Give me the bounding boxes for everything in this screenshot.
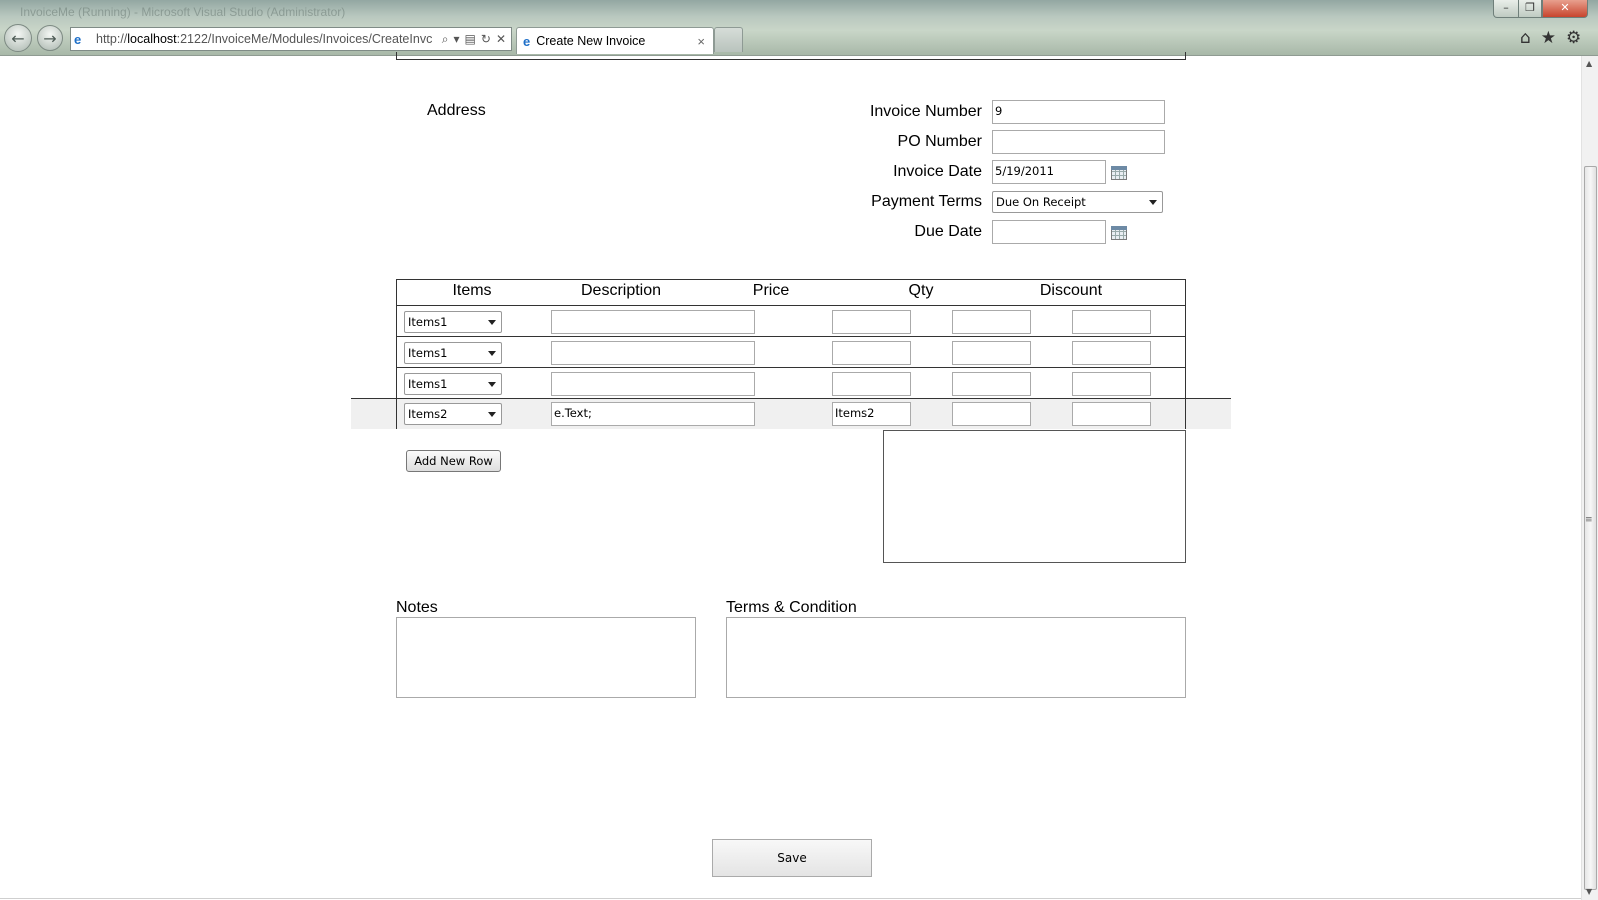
terms-label: Terms & Condition (726, 599, 857, 616)
qty-input[interactable] (952, 310, 1031, 334)
close-tab-icon[interactable]: × (697, 34, 705, 49)
discount-input[interactable] (1072, 341, 1151, 365)
address-label: Address (427, 102, 486, 119)
price-input[interactable] (832, 310, 911, 334)
tab-create-new-invoice[interactable]: e Create New Invoice × (516, 27, 714, 54)
window-title: InvoiceMe (Running) - Microsoft Visual S… (20, 5, 346, 19)
header-price: Price (752, 282, 790, 299)
due-date-input[interactable] (992, 220, 1106, 244)
payment-terms-row: Payment Terms Due On Receipt (800, 190, 1180, 216)
notes-label: Notes (396, 599, 438, 616)
table-row-highlighted: Items2 e.Text; Items2 (351, 398, 1231, 429)
chevron-down-icon (488, 351, 496, 356)
chevron-down-icon (1149, 200, 1157, 205)
qty-input[interactable] (952, 341, 1031, 365)
price-input[interactable] (832, 372, 911, 396)
payment-terms-select[interactable]: Due On Receipt (992, 191, 1163, 213)
item-select[interactable]: Items2 (404, 403, 502, 425)
invoice-date-row: Invoice Date 5/19/2011 (800, 160, 1180, 186)
search-icon[interactable]: ⌕ (442, 32, 449, 47)
invoice-date-input[interactable]: 5/19/2011 (992, 160, 1106, 184)
discount-input[interactable] (1072, 372, 1151, 396)
item-select[interactable]: Items1 (404, 373, 502, 395)
totals-box (883, 430, 1186, 563)
grip-icon: ≡ (1585, 515, 1593, 525)
ie-page-icon: e (74, 31, 82, 47)
price-input[interactable] (832, 341, 911, 365)
vertical-scrollbar[interactable]: ▲ ≡ ▼ (1581, 56, 1598, 900)
header-items: Items (452, 282, 492, 299)
po-number-label: PO Number (897, 133, 982, 150)
chevron-down-icon (488, 320, 496, 325)
qty-input[interactable] (952, 402, 1031, 426)
table-row: Items1 (396, 336, 1186, 367)
gear-icon[interactable]: ⚙ (1566, 28, 1581, 48)
item-select[interactable]: Items1 (404, 311, 502, 333)
po-number-row: PO Number (800, 130, 1180, 156)
items-table-header: Items Description Price Qty Discount (396, 279, 1186, 305)
browser-chrome: InvoiceMe (Running) - Microsoft Visual S… (0, 0, 1598, 56)
url-text[interactable]: http://localhost:2122/InvoiceMe/Modules/… (96, 32, 442, 46)
arrow-right-icon: → (43, 28, 57, 48)
terms-textarea[interactable] (726, 617, 1186, 698)
invoice-number-label: Invoice Number (869, 103, 982, 120)
invoice-number-row: Invoice Number 9 (800, 100, 1180, 126)
invoice-date-label: Invoice Date (893, 163, 982, 180)
tab-title: Create New Invoice (536, 34, 646, 48)
table-row: Items2 e.Text; Items2 (396, 399, 1186, 429)
qty-input[interactable] (952, 372, 1031, 396)
notes-textarea[interactable] (396, 617, 696, 698)
invoice-number-input[interactable]: 9 (992, 100, 1165, 124)
stop-icon[interactable]: ✕ (496, 32, 506, 47)
due-date-label: Due Date (914, 223, 982, 240)
add-new-row-button[interactable]: Add New Row (406, 450, 501, 472)
close-window-button[interactable]: ✕ (1542, 0, 1588, 18)
page-content: Address Invoice Number 9 PO Number Invoi… (0, 52, 1581, 900)
description-input[interactable] (551, 310, 755, 334)
table-row: Items1 (396, 367, 1186, 398)
forward-button[interactable]: → (37, 25, 63, 51)
favorites-icon[interactable]: ★ (1541, 28, 1556, 48)
header-description: Description (580, 282, 662, 299)
chevron-down-icon (488, 382, 496, 387)
back-button[interactable]: ← (4, 24, 32, 52)
po-number-input[interactable] (992, 130, 1165, 154)
description-input[interactable] (551, 341, 755, 365)
arrow-left-icon: ← (11, 28, 25, 48)
maximize-button[interactable]: ❐ (1518, 0, 1542, 18)
chevron-down-icon[interactable]: ▾ (454, 32, 460, 47)
item-select-value: Items1 (408, 346, 448, 360)
table-row: Items1 (396, 305, 1186, 336)
chevron-down-icon (488, 412, 496, 417)
description-input[interactable] (551, 372, 755, 396)
item-select-value: Items2 (408, 407, 448, 421)
compatibility-view-icon[interactable]: ▤ (465, 32, 476, 47)
save-button[interactable]: Save (712, 839, 872, 877)
due-date-row: Due Date (800, 220, 1180, 246)
discount-input[interactable] (1072, 310, 1151, 334)
item-select-value: Items1 (408, 315, 448, 329)
refresh-icon[interactable]: ↻ (481, 32, 491, 47)
new-tab-button[interactable] (714, 27, 743, 52)
minimize-button[interactable]: – (1493, 0, 1519, 18)
item-select[interactable]: Items1 (404, 342, 502, 364)
divider (0, 898, 1581, 899)
home-icon[interactable]: ⌂ (1520, 28, 1531, 48)
price-input[interactable]: Items2 (832, 402, 911, 426)
item-select-value: Items1 (408, 377, 448, 391)
description-input[interactable]: e.Text; (551, 402, 755, 426)
header-discount: Discount (1039, 282, 1103, 299)
calendar-icon[interactable] (1111, 166, 1127, 180)
calendar-icon[interactable] (1111, 226, 1127, 240)
address-bar[interactable]: e http://localhost:2122/InvoiceMe/Module… (70, 27, 512, 51)
header-box (396, 52, 1186, 60)
discount-input[interactable] (1072, 402, 1151, 426)
payment-terms-label: Payment Terms (871, 193, 982, 210)
header-qty: Qty (908, 282, 934, 299)
scrollbar-thumb[interactable] (1584, 166, 1597, 890)
scroll-up-icon[interactable]: ▲ (1586, 59, 1592, 68)
payment-terms-value: Due On Receipt (996, 195, 1086, 209)
ie-tab-icon: e (523, 33, 531, 49)
scroll-down-icon[interactable]: ▼ (1586, 887, 1592, 896)
